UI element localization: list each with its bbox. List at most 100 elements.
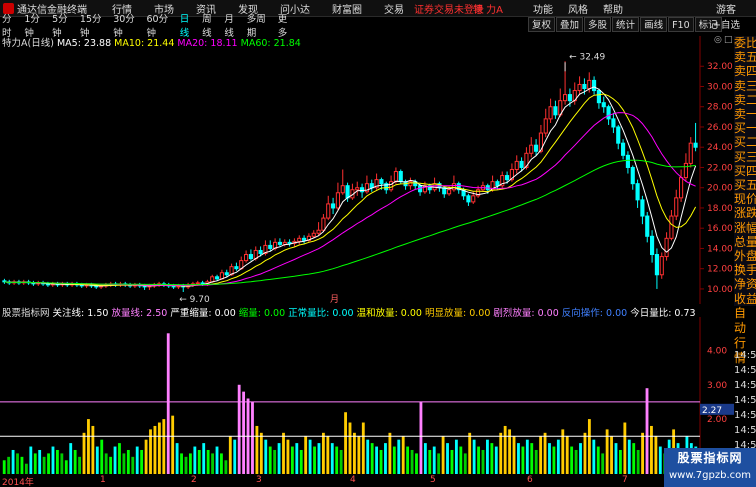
volume-ratio-bar	[330, 443, 334, 474]
candle-body	[277, 241, 282, 245]
volume-ratio-bar	[454, 439, 458, 474]
volume-ratio-bar	[379, 449, 383, 474]
candle-body	[625, 154, 630, 168]
volume-ratio-bar	[565, 436, 569, 474]
candle-body	[596, 90, 601, 104]
candle-body	[210, 276, 215, 283]
indicator-tick-label: 4.00	[707, 346, 727, 356]
volume-ratio-bar	[392, 446, 396, 474]
volume-ratio-bar	[122, 453, 126, 474]
tick-time: 14:56	[734, 395, 756, 406]
tool-diejia[interactable]: 叠加	[556, 17, 584, 32]
candle-body	[471, 195, 476, 203]
quote-label: 买二	[734, 135, 756, 150]
volume-ratio-bar	[51, 446, 55, 474]
volume-ratio-bar	[388, 432, 392, 474]
candle-body	[582, 83, 587, 90]
tick-time: 14:56	[734, 410, 756, 421]
candle-body	[679, 177, 684, 199]
volume-ratio-bar	[202, 443, 206, 474]
tool-duogu[interactable]: 多股	[584, 17, 612, 32]
volume-ratio-bar	[623, 422, 627, 474]
volume-ratio-bar	[472, 439, 476, 474]
candle-body	[621, 142, 626, 156]
volume-ratio-bar	[157, 422, 161, 474]
candle-body	[316, 229, 321, 234]
volume-ratio-bar	[228, 436, 232, 474]
candle-body	[234, 266, 239, 270]
stock-name: 特 力A	[473, 4, 504, 16]
candle-body	[563, 94, 568, 102]
candle-body	[529, 144, 534, 154]
quote-label: 净资	[734, 277, 756, 292]
menu-item-caifuquan[interactable]: 财富圈	[332, 1, 362, 16]
volume-ratio-bar	[574, 449, 578, 474]
volume-ratio-bar	[494, 446, 498, 474]
volume-ratio-bar	[188, 453, 192, 474]
menu-item-gongneng[interactable]: 功能	[533, 1, 553, 16]
candle-body	[369, 183, 374, 189]
volume-ratio-bar	[20, 456, 24, 474]
candle-body	[548, 106, 553, 120]
volume-ratio-bar	[335, 446, 339, 474]
volume-ratio-bar	[450, 449, 454, 474]
candle-body	[645, 215, 650, 237]
candle-body	[360, 187, 365, 193]
volume-ratio-bar	[641, 432, 645, 474]
volume-ratio-chart[interactable]: 4.003.002.272.001.00	[0, 317, 734, 475]
volume-ratio-bar	[570, 446, 574, 474]
volume-ratio-bar	[171, 415, 175, 474]
candle-body	[326, 203, 331, 219]
volume-ratio-bar	[619, 449, 622, 474]
volume-ratio-bar	[11, 449, 15, 474]
volume-ratio-bar	[255, 425, 259, 474]
volume-ratio-bar	[384, 443, 387, 474]
tool-tongji[interactable]: 统计	[612, 17, 640, 32]
menu-item-bangzhu[interactable]: 帮助	[603, 1, 623, 16]
volume-ratio-bar	[193, 446, 197, 474]
watermark-url: www.7gpzb.com	[669, 470, 751, 481]
candle-body	[340, 185, 345, 194]
volume-ratio-bar	[415, 453, 418, 474]
tool-fuquan[interactable]: 复权	[528, 17, 556, 32]
x-label: 2	[191, 475, 197, 485]
volume-ratio-bar	[654, 436, 658, 474]
volume-ratio-bar	[100, 439, 104, 474]
volume-ratio-bar	[601, 453, 605, 474]
volume-ratio-bar	[632, 443, 636, 474]
add-watchlist-button[interactable]: +自选	[713, 17, 740, 31]
volume-ratio-bar	[459, 446, 463, 474]
volume-ratio-bar	[95, 446, 99, 474]
auto-label[interactable]: 自动	[734, 306, 756, 336]
guest-label[interactable]: 游客	[716, 1, 736, 16]
volume-ratio-bar	[587, 419, 591, 474]
candle-body	[335, 192, 340, 209]
quote-label: 卖一	[734, 107, 756, 122]
volume-ratio-bar	[180, 453, 183, 474]
volume-ratio-bar	[29, 446, 33, 474]
candle-body	[616, 126, 621, 144]
volume-ratio-bar	[140, 449, 144, 474]
candle-body	[683, 162, 688, 179]
volume-ratio-bar	[220, 453, 223, 474]
volume-ratio-bar	[242, 391, 246, 474]
menu-item-jiaoyi[interactable]: 交易	[384, 1, 404, 16]
candle-body	[693, 142, 698, 148]
candlestick-chart[interactable]: 32.00 30.00 28.00 26.00 24.00 22.00 20.00 18.00…	[0, 36, 734, 304]
price-tick-label: 32.00	[707, 62, 733, 72]
tick-time: 14:56	[734, 425, 756, 436]
quote-label: 买三	[734, 149, 756, 164]
tool-huaxian[interactable]: 画线	[640, 17, 668, 32]
quote-label: 收益	[734, 291, 756, 306]
volume-ratio-bar	[645, 388, 649, 474]
volume-ratio-bar	[512, 436, 516, 474]
month-marker: 月	[330, 294, 339, 304]
candle-body	[519, 160, 524, 168]
price-tick-label: 28.00	[707, 103, 733, 113]
volume-ratio-bar	[24, 463, 28, 474]
volume-ratio-bar	[650, 425, 653, 474]
menu-item-fengge[interactable]: 风格	[568, 1, 588, 16]
volume-ratio-bar	[344, 412, 347, 474]
tool-f10[interactable]: F10	[668, 17, 694, 32]
candle-body	[543, 118, 548, 134]
